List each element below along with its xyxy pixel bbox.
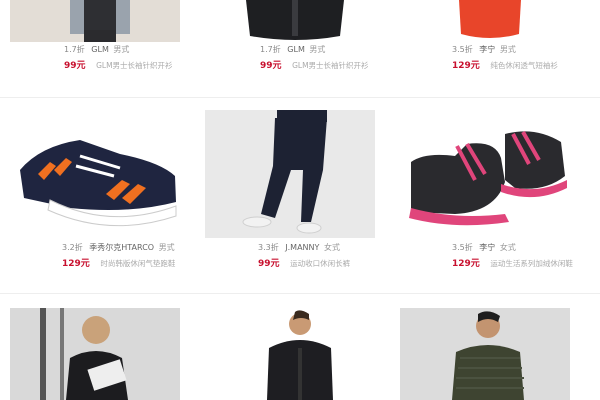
product-gender: 男式 <box>499 45 516 54</box>
product-discount: 3.5折 <box>452 243 473 252</box>
product-photo-icon <box>400 308 570 400</box>
product-gender: 女式 <box>499 243 516 252</box>
product-price: 99元 <box>260 61 282 71</box>
product-photo-icon <box>455 0 525 40</box>
product-image[interactable] <box>205 110 375 238</box>
product-price: 99元 <box>258 259 280 269</box>
product-price: 129元 <box>62 259 90 269</box>
row-divider <box>0 293 600 294</box>
product-photo-icon <box>240 0 350 42</box>
product-photo-icon <box>10 308 180 400</box>
product-image[interactable] <box>255 308 345 400</box>
product-gender: 男式 <box>158 243 175 252</box>
product-card[interactable]: 3.3折 J.MANNY 女式 99元 运动收口休闲长裤 <box>200 100 400 290</box>
product-title[interactable]: 运动收口休闲长裤 <box>290 259 350 268</box>
product-gender: 女式 <box>323 243 340 252</box>
product-discount: 3.3折 <box>258 243 279 252</box>
product-brand[interactable]: J.MANNY <box>285 243 319 252</box>
product-image[interactable] <box>400 308 570 400</box>
product-image[interactable] <box>405 122 570 234</box>
product-price: 129元 <box>452 259 480 269</box>
product-image[interactable] <box>10 0 180 42</box>
product-image[interactable] <box>10 110 180 238</box>
product-image[interactable] <box>240 0 350 42</box>
product-title[interactable]: 纯色休闲透气短袖衫 <box>490 61 558 70</box>
product-gender: 男式 <box>113 45 130 54</box>
product-discount: 1.7折 <box>64 45 85 54</box>
product-photo-icon <box>255 308 345 400</box>
product-gender: 男式 <box>309 45 326 54</box>
product-title[interactable]: 运动生活系列加绒休闲鞋 <box>490 259 573 268</box>
product-image[interactable] <box>455 0 525 40</box>
product-title[interactable]: 时尚韩版休闲气垫跑鞋 <box>100 259 175 268</box>
product-card[interactable]: 3.2折 季秀尔克HTARCO 男式 129元 时尚韩版休闲气垫跑鞋 <box>0 100 200 290</box>
product-card[interactable]: 3.5折 李宁 男式 129元 纯色休闲透气短袖衫 <box>400 0 600 95</box>
product-brand[interactable]: GLM <box>287 45 305 54</box>
product-discount: 3.5折 <box>452 45 473 54</box>
product-card[interactable] <box>400 300 600 400</box>
product-discount: 3.2折 <box>62 243 83 252</box>
row-divider <box>0 97 600 98</box>
product-photo-icon <box>205 110 375 238</box>
product-title[interactable]: GLM男士长袖针织开衫 <box>96 61 172 70</box>
product-brand[interactable]: GLM <box>91 45 109 54</box>
product-card[interactable]: 3.5折 李宁 女式 129元 运动生活系列加绒休闲鞋 <box>400 100 600 290</box>
product-price: 129元 <box>452 61 480 71</box>
product-brand[interactable]: 李宁 <box>479 243 495 252</box>
product-card[interactable]: 1.7折 GLM 男式 99元 GLM男士长袖针织开衫 <box>200 0 400 95</box>
product-brand[interactable]: 季秀尔克HTARCO <box>89 243 154 252</box>
product-card[interactable]: 1.7折 GLM 男式 99元 GLM男士长袖针织开衫 <box>0 0 200 95</box>
product-image[interactable] <box>10 308 180 400</box>
product-photo-icon <box>10 0 180 42</box>
product-card[interactable] <box>0 300 200 400</box>
product-brand[interactable]: 李宁 <box>479 45 495 54</box>
product-price: 99元 <box>64 61 86 71</box>
product-photo-icon <box>405 122 570 234</box>
product-card[interactable] <box>200 300 400 400</box>
product-title[interactable]: GLM男士长袖针织开衫 <box>292 61 368 70</box>
product-discount: 1.7折 <box>260 45 281 54</box>
product-photo-icon <box>10 110 180 238</box>
